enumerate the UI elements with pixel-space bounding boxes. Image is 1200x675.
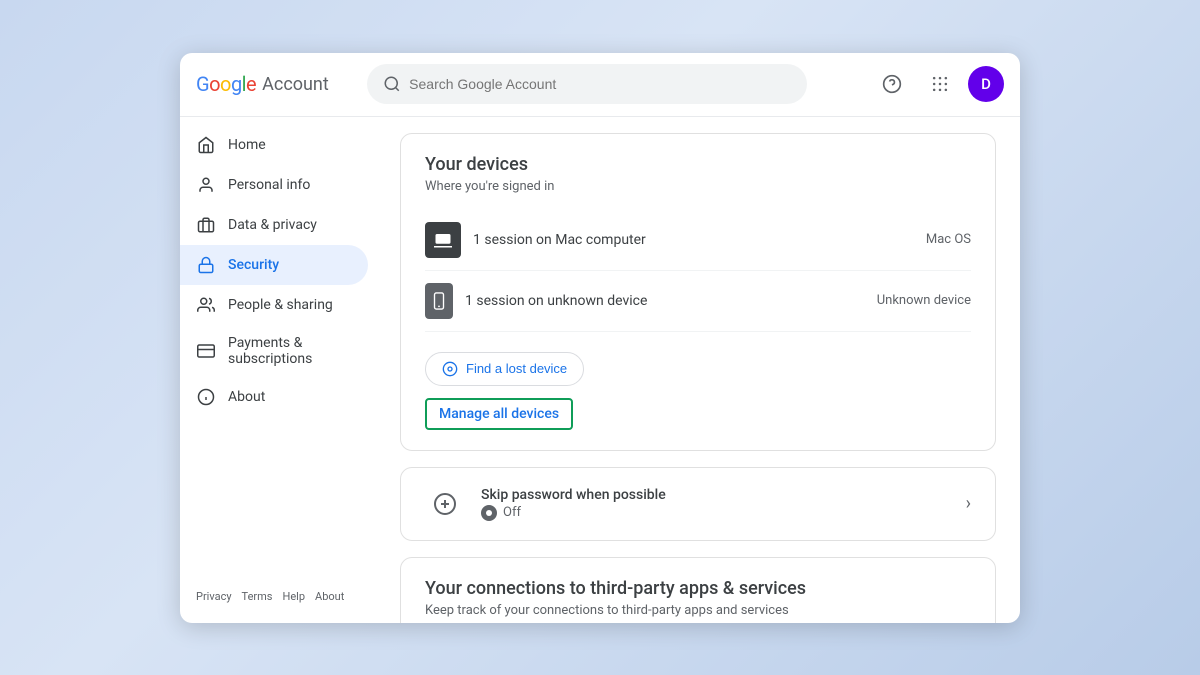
people-icon: [196, 295, 216, 315]
header: Google Account D: [180, 53, 1020, 117]
find-device-button[interactable]: Find a lost device: [425, 352, 584, 386]
devices-card: Your devices Where you're signed in 1 se…: [400, 133, 996, 451]
sidebar-item-payments-label: Payments & subscriptions: [228, 335, 352, 367]
connections-card: Your connections to third-party apps & s…: [400, 557, 996, 623]
phone-icon: [425, 283, 453, 319]
footer-help[interactable]: Help: [282, 590, 305, 603]
devices-card-subtitle: Where you're signed in: [425, 179, 971, 194]
laptop-icon: [425, 222, 461, 258]
status-off-dot: [481, 505, 497, 521]
sidebar-footer: Privacy Terms Help About: [180, 582, 376, 615]
sidebar: Home Personal info Data & privacy: [180, 117, 376, 623]
sidebar-item-personal-info-label: Personal info: [228, 177, 310, 193]
person-icon: [196, 175, 216, 195]
skip-password-title: Skip password when possible: [481, 487, 950, 503]
help-button[interactable]: [872, 64, 912, 104]
chevron-right-icon: ›: [966, 493, 971, 514]
logo-google-text: Google: [196, 72, 256, 96]
device-mac-name: 1 session on Mac computer: [473, 232, 646, 248]
sidebar-item-home[interactable]: Home: [180, 125, 368, 165]
main-content: Your devices Where you're signed in 1 se…: [376, 117, 1020, 623]
connections-card-title: Your connections to third-party apps & s…: [425, 578, 971, 599]
sidebar-item-people-sharing-label: People & sharing: [228, 297, 333, 313]
info-icon: [196, 387, 216, 407]
search-icon: [383, 75, 401, 93]
sidebar-item-home-label: Home: [228, 137, 266, 153]
search-input[interactable]: [409, 76, 791, 92]
sidebar-item-security[interactable]: Security: [180, 245, 368, 285]
avatar[interactable]: D: [968, 66, 1004, 102]
find-device-icon: [442, 361, 458, 377]
find-device-label: Find a lost device: [466, 361, 567, 376]
skip-password-content: Skip password when possible Off: [481, 487, 950, 521]
lock-icon: [196, 255, 216, 275]
sidebar-item-people-sharing[interactable]: People & sharing: [180, 285, 368, 325]
apps-button[interactable]: [920, 64, 960, 104]
sidebar-item-about[interactable]: About: [180, 377, 368, 417]
connections-card-subtitle: Keep track of your connections to third-…: [425, 603, 971, 618]
skip-password-icon: [425, 484, 465, 524]
devices-card-title: Your devices: [425, 154, 971, 175]
sidebar-item-data-privacy-label: Data & privacy: [228, 217, 317, 233]
sidebar-item-data-privacy[interactable]: Data & privacy: [180, 205, 368, 245]
device-mac-type: Mac OS: [926, 232, 971, 247]
sidebar-item-about-label: About: [228, 389, 265, 405]
home-icon: [196, 135, 216, 155]
help-icon: [882, 74, 902, 94]
device-row-mac: 1 session on Mac computer Mac OS: [425, 210, 971, 271]
manage-all-devices-link[interactable]: Manage all devices: [425, 398, 573, 430]
logo: Google Account: [196, 72, 329, 96]
credit-card-icon: [196, 341, 216, 361]
footer-terms[interactable]: Terms: [242, 590, 273, 603]
search-bar[interactable]: [367, 64, 807, 104]
skip-password-card[interactable]: Skip password when possible Off ›: [400, 467, 996, 541]
footer-privacy[interactable]: Privacy: [196, 590, 232, 603]
apps-icon: [930, 74, 950, 94]
sidebar-item-payments[interactable]: Payments & subscriptions: [180, 325, 368, 377]
device-unknown-type: Unknown device: [877, 293, 971, 308]
shield-key-icon: [196, 215, 216, 235]
sidebar-item-personal-info[interactable]: Personal info: [180, 165, 368, 205]
skip-password-status-text: Off: [503, 505, 521, 520]
sidebar-item-security-label: Security: [228, 257, 279, 273]
logo-account-text: Account: [262, 74, 329, 95]
body: Home Personal info Data & privacy: [180, 117, 1020, 623]
footer-about[interactable]: About: [315, 590, 344, 603]
device-unknown-name: 1 session on unknown device: [465, 293, 647, 309]
skip-password-status: Off: [481, 505, 950, 521]
device-row-unknown: 1 session on unknown device Unknown devi…: [425, 271, 971, 332]
header-actions: D: [872, 64, 1004, 104]
